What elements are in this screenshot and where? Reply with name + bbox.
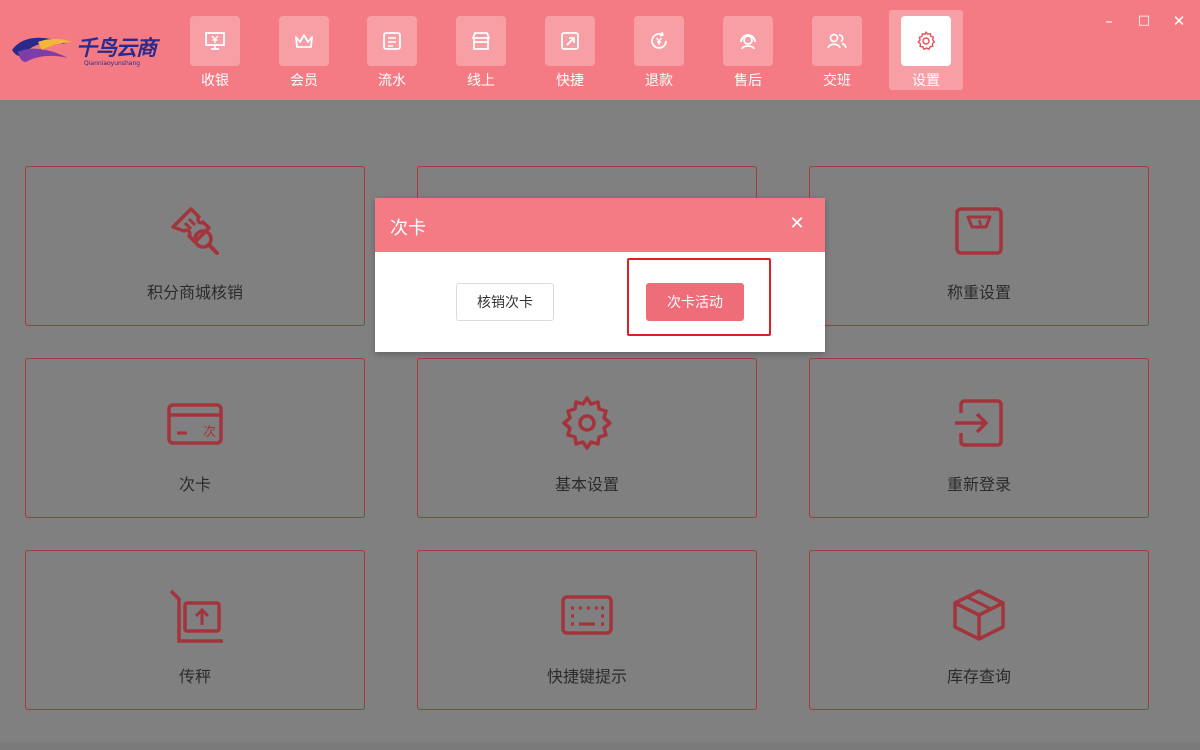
nav-item-aftersale[interactable]: 售后: [711, 10, 785, 90]
dialog-title: 次卡: [390, 218, 426, 239]
crown-icon: [279, 16, 329, 66]
nav-label: 设置: [912, 73, 940, 89]
card-label: 库存查询: [946, 667, 1011, 686]
card-label: 积分商城核销: [146, 283, 243, 302]
ticket-search-icon: [165, 201, 225, 261]
dialog-header: 次卡 ✕: [375, 198, 825, 252]
top-navigation-bar: 千鸟云商 Qianniaoyunshang 收银 会员 流水 线上 快捷 退款 …: [0, 0, 1200, 100]
logo-subtext: Qianniaoyunshang: [84, 60, 141, 67]
store-icon: [456, 16, 506, 66]
card-basic-settings[interactable]: 基本设置: [417, 358, 757, 518]
nav-item-refund[interactable]: 退款: [622, 10, 696, 90]
card-relogin[interactable]: 重新登录: [809, 358, 1149, 518]
app-logo: 千鸟云商 Qianniaoyunshang: [8, 28, 168, 72]
bottom-strip: [0, 742, 1200, 750]
nav-label: 退款: [645, 73, 673, 89]
scale-icon: [949, 201, 1009, 261]
box-icon: [949, 585, 1009, 645]
monitor-yen-icon: [190, 16, 240, 66]
gear-icon: [557, 393, 617, 453]
card-stock-query[interactable]: 库存查询: [809, 550, 1149, 710]
card-weighing-settings[interactable]: 称重设置: [809, 166, 1149, 326]
nav-item-online[interactable]: 线上: [444, 10, 518, 90]
card-times-card[interactable]: 次 次卡: [25, 358, 365, 518]
verify-times-card-button[interactable]: 核销次卡: [456, 283, 554, 321]
quick-arrow-icon: [545, 16, 595, 66]
card-transfer-scale[interactable]: 传秤: [25, 550, 365, 710]
login-icon: [949, 393, 1009, 453]
nav-label: 流水: [378, 73, 406, 89]
keyboard-icon: [557, 585, 617, 645]
list-icon: [367, 16, 417, 66]
nav-item-settings[interactable]: 设置: [889, 10, 963, 90]
nav-item-flow[interactable]: 流水: [355, 10, 429, 90]
minimize-button[interactable]: –: [1098, 10, 1120, 32]
nav-label: 收银: [201, 73, 229, 89]
card-label: 快捷键提示: [546, 667, 627, 686]
nav-item-shift[interactable]: 交班: [800, 10, 874, 90]
card-label: 基本设置: [554, 475, 619, 494]
upload-scale-icon: [165, 585, 225, 645]
refund-icon: [634, 16, 684, 66]
close-window-button[interactable]: ✕: [1168, 10, 1190, 32]
times-card-activity-button[interactable]: 次卡活动: [646, 283, 744, 321]
nav-label: 快捷: [556, 73, 584, 89]
gear-icon: [901, 16, 951, 66]
headset-icon: [723, 16, 773, 66]
nav-label: 交班: [823, 73, 851, 89]
card-label: 次卡: [178, 475, 211, 494]
card-label: 传秤: [178, 667, 211, 686]
card-label: 重新登录: [946, 475, 1011, 494]
users-icon: [812, 16, 862, 66]
nav-label: 线上: [467, 73, 495, 89]
maximize-button[interactable]: □: [1133, 10, 1155, 32]
times-card-dialog: 次卡 ✕ 核销次卡 次卡活动: [375, 198, 825, 352]
card-shortcut-tips[interactable]: 快捷键提示: [417, 550, 757, 710]
card-label: 称重设置: [946, 283, 1011, 302]
card-icon: 次: [165, 393, 225, 453]
card-icon-text: 次: [203, 424, 216, 440]
bird-logo-icon: [12, 37, 72, 62]
logo-text: 千鸟云商: [76, 36, 157, 60]
card-points-mall-verify[interactable]: 积分商城核销: [25, 166, 365, 326]
nav-item-checkout[interactable]: 收银: [178, 10, 252, 90]
nav-label: 会员: [290, 73, 318, 89]
close-icon[interactable]: ✕: [785, 212, 809, 236]
nav-label: 售后: [734, 73, 762, 89]
nav-item-quick[interactable]: 快捷: [533, 10, 607, 90]
nav-item-member[interactable]: 会员: [267, 10, 341, 90]
